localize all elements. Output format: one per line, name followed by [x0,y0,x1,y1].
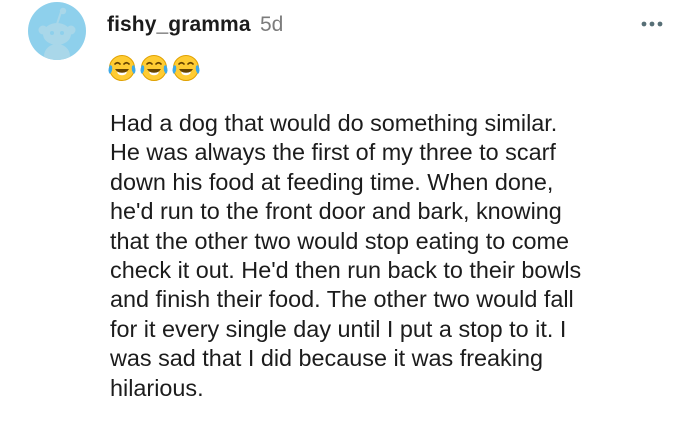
avatar[interactable] [28,2,86,60]
snoo-avatar-icon [38,7,76,60]
comment-line: was sad that I did because it was freaki… [110,345,543,372]
comment-line: hilarious. [110,374,204,401]
comment-line: Had a dog that would do something simila… [110,110,558,136]
username[interactable]: fishy_gramma [107,13,251,37]
comment-age: 5d [260,13,284,36]
comment-line: check it out. He'd then run back to thei… [110,257,582,284]
comment: fishy_gramma 5d Had a dog that would do … [0,0,700,429]
face-with-tears-of-joy-icon [140,55,168,81]
comment-line: for it every single day until I put a st… [110,315,567,342]
comment-line: down his food at feeding time. When done… [110,168,554,195]
comment-body: Had a dog that would do something simila… [110,109,690,403]
comment-line: and finish their food. The other two wou… [110,286,574,313]
face-with-tears-of-joy-icon [108,55,136,81]
comment-line: that the other two would stop eating to … [110,227,569,254]
more-options-button[interactable] [638,14,668,34]
more-options-icon [641,21,663,27]
face-with-tears-of-joy-icon [172,55,200,81]
reaction-emojis [107,53,201,83]
comment-line: he'd run to the front door and bark, kno… [110,198,562,225]
comment-line: He was always the first of my three to s… [110,139,556,166]
